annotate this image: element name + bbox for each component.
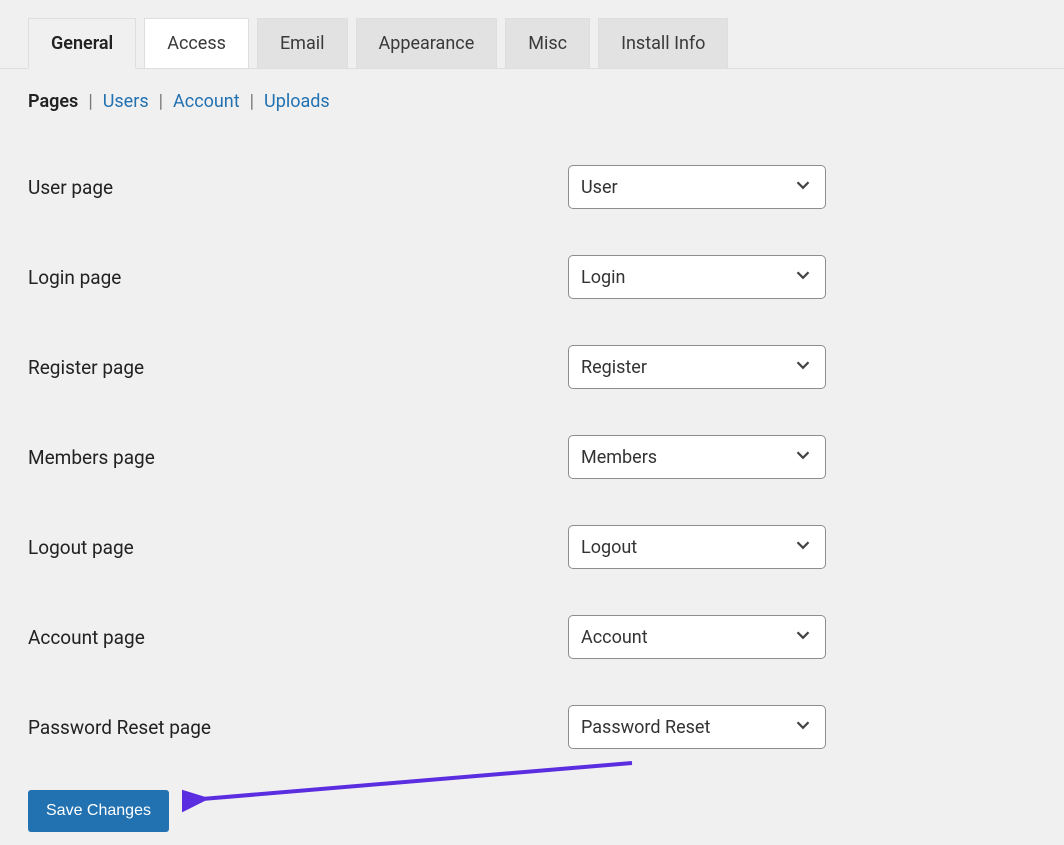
- select-password-reset-page[interactable]: Password Reset: [568, 705, 826, 749]
- form-area: User page User Login page Login Register…: [0, 112, 1064, 772]
- field-password-reset-page: Password Reset page Password Reset: [28, 682, 1064, 772]
- select-value: Account: [568, 615, 826, 659]
- field-logout-page: Logout page Logout: [28, 502, 1064, 592]
- subnav-account[interactable]: Account: [173, 91, 240, 112]
- subnav-separator: |: [159, 91, 163, 112]
- select-logout-page[interactable]: Logout: [568, 525, 826, 569]
- select-value: Login: [568, 255, 826, 299]
- select-value: Password Reset: [568, 705, 826, 749]
- field-label: Login page: [28, 266, 568, 289]
- subnav-uploads[interactable]: Uploads: [264, 91, 330, 112]
- tab-appearance[interactable]: Appearance: [356, 18, 498, 68]
- field-login-page: Login page Login: [28, 232, 1064, 322]
- field-label: Password Reset page: [28, 716, 568, 739]
- field-label: Members page: [28, 446, 568, 469]
- field-label: Register page: [28, 356, 568, 379]
- save-button[interactable]: Save Changes: [28, 790, 169, 832]
- subnav-pages: Pages: [28, 91, 78, 112]
- field-account-page: Account page Account: [28, 592, 1064, 682]
- subnav-separator: |: [250, 91, 254, 112]
- select-user-page[interactable]: User: [568, 165, 826, 209]
- field-label: Account page: [28, 626, 568, 649]
- field-register-page: Register page Register: [28, 322, 1064, 412]
- field-label: User page: [28, 176, 568, 199]
- tab-access[interactable]: Access: [144, 18, 249, 68]
- tab-install-info[interactable]: Install Info: [598, 18, 728, 68]
- select-members-page[interactable]: Members: [568, 435, 826, 479]
- field-label: Logout page: [28, 536, 568, 559]
- tab-misc[interactable]: Misc: [505, 18, 590, 68]
- save-row: Save Changes: [0, 772, 1064, 832]
- select-value: Logout: [568, 525, 826, 569]
- tabs-container: General Access Email Appearance Misc Ins…: [0, 0, 1064, 69]
- field-user-page: User page User: [28, 142, 1064, 232]
- tab-email[interactable]: Email: [257, 18, 348, 68]
- select-value: User: [568, 165, 826, 209]
- select-value: Members: [568, 435, 826, 479]
- select-register-page[interactable]: Register: [568, 345, 826, 389]
- select-account-page[interactable]: Account: [568, 615, 826, 659]
- tab-general[interactable]: General: [28, 18, 136, 69]
- subnav-users[interactable]: Users: [103, 91, 149, 112]
- subnav-separator: |: [88, 91, 92, 112]
- subnav: Pages | Users | Account | Uploads: [0, 69, 1064, 112]
- select-login-page[interactable]: Login: [568, 255, 826, 299]
- field-members-page: Members page Members: [28, 412, 1064, 502]
- select-value: Register: [568, 345, 826, 389]
